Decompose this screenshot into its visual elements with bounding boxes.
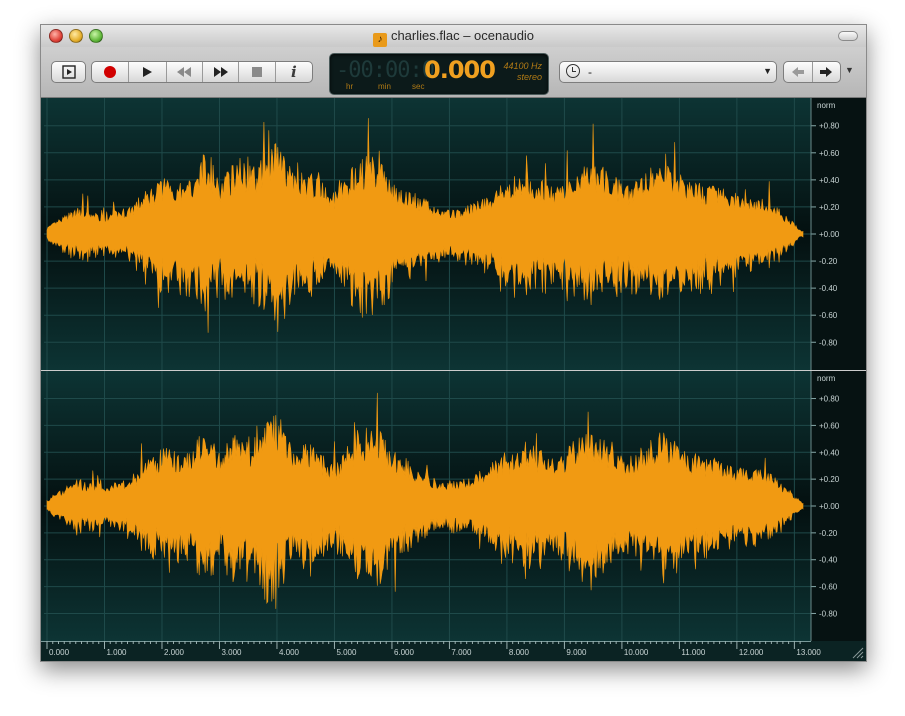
stop-button[interactable] — [239, 62, 276, 82]
time-tick-label: 13.000 — [796, 648, 821, 657]
time-tick-label: 11.000 — [681, 648, 705, 657]
chevron-down-icon: ▼ — [763, 66, 772, 76]
amplitude-tick-label: -0.60 — [819, 311, 838, 320]
amplitude-tick-label: -0.40 — [819, 556, 838, 565]
sample-rate: 44100 Hz — [503, 61, 542, 71]
time-tick-label: 1.000 — [106, 648, 127, 657]
scale-header-label: norm — [817, 101, 836, 110]
amplitude-tick-label: +0.80 — [819, 122, 840, 131]
time-tick-label: 2.000 — [164, 648, 185, 657]
forward-button[interactable] — [813, 62, 841, 82]
time-tick-label: 8.000 — [509, 648, 530, 657]
record-icon — [104, 66, 117, 78]
amplitude-tick-label: -0.80 — [819, 338, 838, 347]
unit-min: min — [378, 82, 391, 91]
rewind-icon — [177, 67, 192, 77]
app-window: ♪ charlies.flac – ocenaudio i -00:00:0 0… — [40, 24, 867, 662]
record-button[interactable] — [92, 62, 130, 82]
info-icon: i — [291, 63, 297, 81]
amplitude-tick-label: +0.20 — [819, 475, 840, 484]
rewind-button[interactable] — [167, 62, 203, 82]
window-title: ♪ charlies.flac – ocenaudio — [41, 28, 866, 47]
time-tick-label: 12.000 — [739, 648, 764, 657]
audio-file-icon: ♪ — [372, 33, 387, 47]
amplitude-tick-label: -0.20 — [819, 257, 838, 266]
amplitude-tick-label: -0.40 — [819, 284, 838, 293]
channel-mode: stereo — [516, 72, 542, 82]
time-tick-label: 4.000 — [279, 648, 300, 657]
play-selection-icon — [61, 65, 76, 79]
scale-header-label: norm — [817, 374, 836, 383]
selection-time-value: - — [588, 65, 592, 79]
amplitude-tick-label: +0.60 — [819, 149, 840, 158]
back-button[interactable] — [784, 62, 813, 82]
waveform-view[interactable]: +0.80 +0.60 +0.40 +0.20 +0.00 -0.20 -0.40 -0.60… — [41, 98, 866, 661]
time-display: -00:00:0 0.000 hr min sec 44100 Hz stere… — [329, 53, 549, 95]
amplitude-tick-label: +0.00 — [819, 230, 840, 239]
amplitude-tick-label: -0.20 — [819, 529, 838, 538]
unit-sec: sec — [412, 82, 425, 91]
time-tick-label: 7.000 — [451, 648, 472, 657]
waveform-canvas[interactable]: +0.80 +0.60 +0.40 +0.20 +0.00 -0.20 -0.40 -0.60… — [41, 98, 866, 661]
fast-forward-button[interactable] — [203, 62, 240, 82]
info-button[interactable]: i — [276, 62, 312, 82]
arrow-left-icon — [791, 67, 804, 77]
fast-forward-icon — [213, 67, 228, 77]
amplitude-tick-label: -0.60 — [819, 583, 838, 592]
toolbar: i -00:00:0 0.000 hr min sec 44100 Hz ste… — [41, 47, 866, 98]
current-time: 0.000 — [424, 56, 496, 84]
history-menu-chevron-icon[interactable]: ▼ — [845, 65, 854, 75]
time-tick-label: 6.000 — [394, 648, 415, 657]
time-tick-label: 5.000 — [336, 648, 357, 657]
arrow-right-icon — [820, 67, 833, 77]
play-icon — [143, 67, 153, 77]
play-button[interactable] — [129, 62, 167, 82]
time-tick-label: 0.000 — [49, 648, 70, 657]
stop-icon — [252, 67, 263, 77]
amplitude-tick-label: +0.80 — [819, 395, 840, 404]
time-tick-label: 10.000 — [624, 648, 649, 657]
transport-controls: i — [91, 61, 313, 83]
toolbar-toggle-button[interactable] — [838, 31, 858, 41]
play-selection-button[interactable] — [51, 61, 86, 83]
time-ghost-digits: -00:00:0 — [336, 58, 435, 83]
amplitude-tick-label: +0.00 — [819, 502, 840, 511]
history-nav — [783, 61, 841, 83]
amplitude-tick-label: +0.40 — [819, 448, 840, 457]
amplitude-tick-label: +0.40 — [819, 176, 840, 185]
amplitude-tick-label: +0.20 — [819, 203, 840, 212]
clock-icon — [566, 64, 580, 78]
format-info: 44100 Hz stereo — [503, 61, 542, 83]
unit-hr: hr — [346, 82, 354, 91]
time-tick-label: 3.000 — [221, 648, 242, 657]
amplitude-tick-label: -0.80 — [819, 609, 838, 618]
amplitude-tick-label: +0.60 — [819, 421, 840, 430]
time-tick-label: 9.000 — [566, 648, 587, 657]
title-bar: ♪ charlies.flac – ocenaudio — [41, 25, 866, 48]
selection-time-combo[interactable]: - ▼ — [559, 61, 777, 83]
